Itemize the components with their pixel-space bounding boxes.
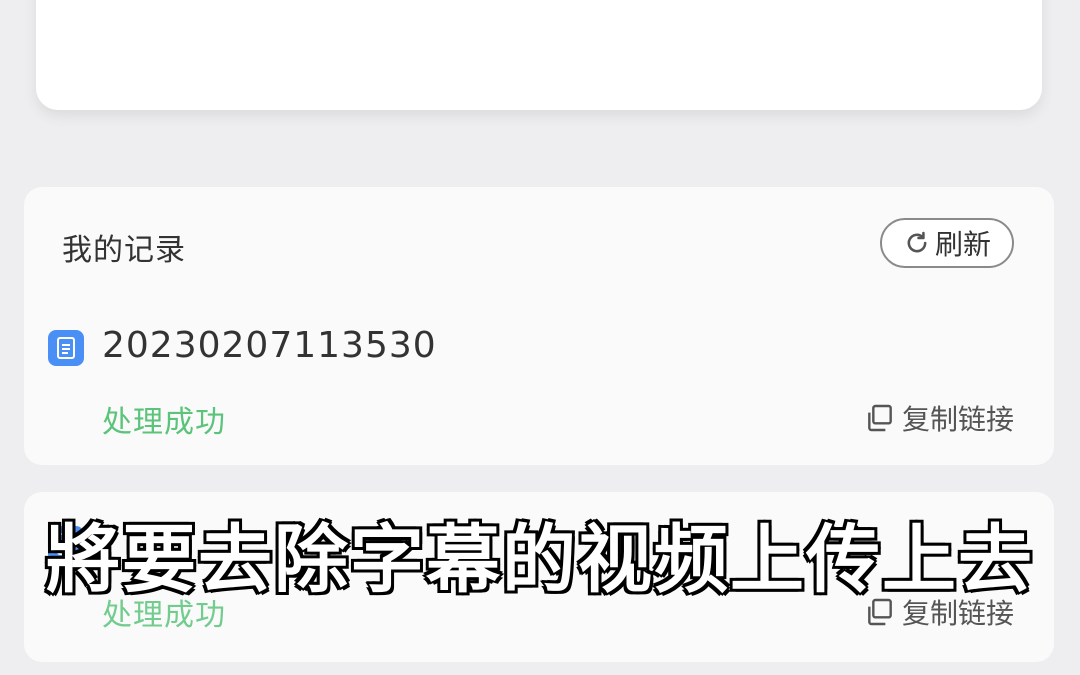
refresh-icon <box>907 231 927 253</box>
records-card: 我的记录 刷新 20230207113530 处理成功 复制链接 <box>24 187 1054 465</box>
document-icon <box>48 330 84 366</box>
records-title: 我的记录 <box>62 233 186 268</box>
record-id: 20230207113530 <box>102 325 437 366</box>
upload-card <box>36 0 1042 110</box>
refresh-button[interactable]: 刷新 <box>880 218 1014 268</box>
app-screen: 我的记录 刷新 20230207113530 处理成功 复制链接 处理成功 复制… <box>0 0 1080 675</box>
video-subtitle: 將要去除字幕的视频上传上去 <box>44 515 1034 605</box>
copy-link-button[interactable]: 复制链接 <box>864 398 1014 438</box>
status-badge: 处理成功 <box>102 405 226 440</box>
refresh-label: 刷新 <box>934 228 991 261</box>
copy-link-label: 复制链接 <box>902 403 1015 436</box>
copy-icon <box>868 404 892 432</box>
